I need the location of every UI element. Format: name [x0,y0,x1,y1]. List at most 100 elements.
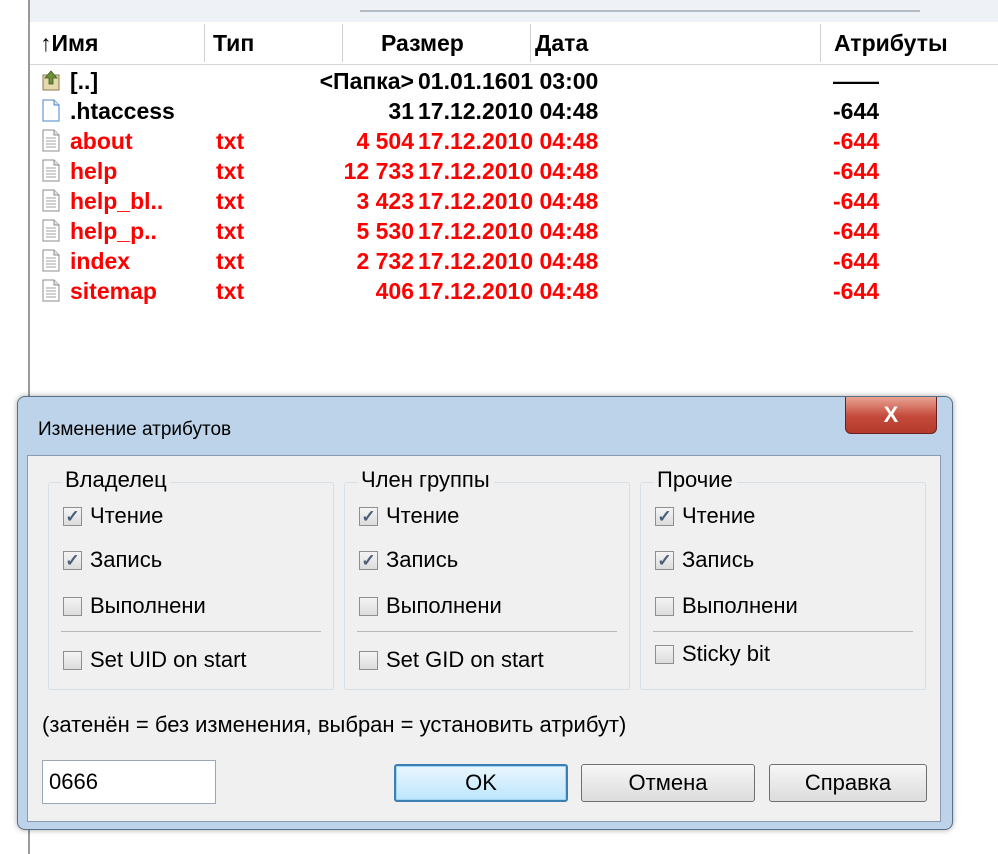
file-ext: txt [216,188,245,214]
cancel-button[interactable]: Отмена [581,764,755,802]
set-uid-checkbox[interactable]: Set UID on start [63,647,247,673]
file-size: 4 504 [356,128,414,154]
file-row[interactable]: index txt 2 732 17.12.2010 04:48 -644 [30,246,998,276]
group-member-group-title: Член группы [357,467,494,493]
file-row[interactable]: help_p.. txt 5 530 17.12.2010 04:48 -644 [30,216,998,246]
file-name: help_p.. [70,218,157,244]
owner-write-checkbox[interactable]: ✓ Запись [63,547,162,573]
checkbox-box[interactable] [655,596,674,616]
change-attributes-dialog: Изменение атрибутов X Владелец ✓ Чтение ✓… [17,396,953,830]
file-size: 31 [388,98,414,124]
checkbox-label: Чтение [90,503,164,528]
checkbox-label: Sticky bit [682,641,771,666]
octal-mode-input[interactable] [42,760,216,804]
file-name: about [70,128,133,154]
file-size: 2 732 [356,248,414,274]
folder-up-icon [42,69,60,92]
file-attributes: -644 [833,278,880,304]
group-execute-checkbox[interactable]: Выполнени [359,593,502,619]
file-attributes: -644 [833,128,880,154]
others-write-checkbox[interactable]: ✓ Запись [655,547,754,573]
column-header-date[interactable]: Дата [535,22,588,64]
file-row[interactable]: help txt 12 733 17.12.2010 04:48 -644 [30,156,998,186]
file-ext: txt [216,248,245,274]
file-name: sitemap [70,278,157,304]
file-row[interactable]: help_bl.. txt 3 423 17.12.2010 04:48 -644 [30,186,998,216]
file-ext: txt [216,218,245,244]
attribute-hint: (затенён = без изменения, выбран = устан… [42,712,627,737]
others-execute-checkbox[interactable]: Выполнени [655,593,798,619]
text-file-icon [42,189,60,212]
file-attributes: -644 [833,98,880,124]
owner-execute-checkbox[interactable]: Выполнени [63,593,206,619]
checkbox-box[interactable] [63,650,82,670]
checkbox-label: Запись [682,547,755,572]
checkbox-box[interactable] [359,596,378,616]
others-group-title: Прочие [653,467,737,493]
file-attributes: -644 [833,248,880,274]
file-attributes: -644 [833,158,880,184]
owner-read-checkbox[interactable]: ✓ Чтение [63,503,163,529]
file-ext: txt [216,158,245,184]
column-header-attributes[interactable]: Атрибуты [834,22,948,64]
file-date: 01.01.1601 03:00 [418,68,599,94]
file-row[interactable]: sitemap txt 406 17.12.2010 04:48 -644 [30,276,998,306]
checkbox-box[interactable]: ✓ [63,550,82,570]
path-bar-line [360,10,920,12]
file-date: 17.12.2010 04:48 [418,98,599,124]
checkbox-box[interactable]: ✓ [63,506,82,526]
column-divider[interactable] [820,24,821,62]
checkbox-box[interactable] [655,644,674,664]
path-bar [30,0,998,23]
checkbox-box[interactable] [359,650,378,670]
group-separator [357,631,617,632]
column-header-name[interactable]: ↑Имя [40,22,98,64]
file-size: 3 423 [356,188,414,214]
file-list: [..] <Папка> 01.01.1601 03:00 —— .htaccess 31… [30,66,998,306]
group-separator [61,631,321,632]
owner-group-title: Владелец [61,467,171,493]
others-group: Прочие ✓ Чтение ✓ Запись Выполнени Sticky … [640,467,926,690]
file-name: help [70,158,118,184]
checkbox-label: Выполнени [682,593,798,618]
checkbox-label: Запись [386,547,459,572]
column-divider[interactable] [204,24,205,62]
group-read-checkbox[interactable]: ✓ Чтение [359,503,459,529]
checkbox-box[interactable]: ✓ [655,550,674,570]
checkbox-label: Чтение [682,503,756,528]
text-file-icon [42,279,60,302]
file-row[interactable]: .htaccess 31 17.12.2010 04:48 -644 [30,96,998,126]
file-name: [..] [70,68,99,94]
text-file-icon [42,129,60,152]
close-button[interactable]: X [845,397,937,434]
column-header-size[interactable]: Размер [381,22,464,64]
ok-button[interactable]: OK [394,764,568,802]
file-date: 17.12.2010 04:48 [418,158,599,184]
checkbox-box[interactable]: ✓ [359,550,378,570]
file-ext: txt [216,278,245,304]
file-row[interactable]: [..] <Папка> 01.01.1601 03:00 —— [30,66,998,96]
column-header-type[interactable]: Тип [213,22,254,64]
column-divider[interactable] [342,24,343,62]
set-gid-checkbox[interactable]: Set GID on start [359,647,544,673]
sticky-bit-checkbox[interactable]: Sticky bit [655,641,770,667]
text-file-icon [42,159,60,182]
checkbox-label: Set GID on start [386,647,544,672]
owner-group: Владелец ✓ Чтение ✓ Запись Выполнени Set U… [48,467,334,690]
file-name: .htaccess [70,98,175,124]
file-icon [42,99,60,122]
file-row[interactable]: about txt 4 504 17.12.2010 04:48 -644 [30,126,998,156]
close-icon: X [883,402,899,427]
help-button[interactable]: Справка [769,764,927,802]
file-name: index [70,248,131,274]
checkbox-box[interactable]: ✓ [359,506,378,526]
others-read-checkbox[interactable]: ✓ Чтение [655,503,755,529]
text-file-icon [42,219,60,242]
group-member-group: Член группы ✓ Чтение ✓ Запись Выполнени Se… [344,467,630,690]
checkbox-box[interactable]: ✓ [655,506,674,526]
group-write-checkbox[interactable]: ✓ Запись [359,547,458,573]
file-attributes: -644 [833,218,880,244]
column-divider[interactable] [530,24,531,62]
checkbox-box[interactable] [63,596,82,616]
file-ext: txt [216,128,245,154]
